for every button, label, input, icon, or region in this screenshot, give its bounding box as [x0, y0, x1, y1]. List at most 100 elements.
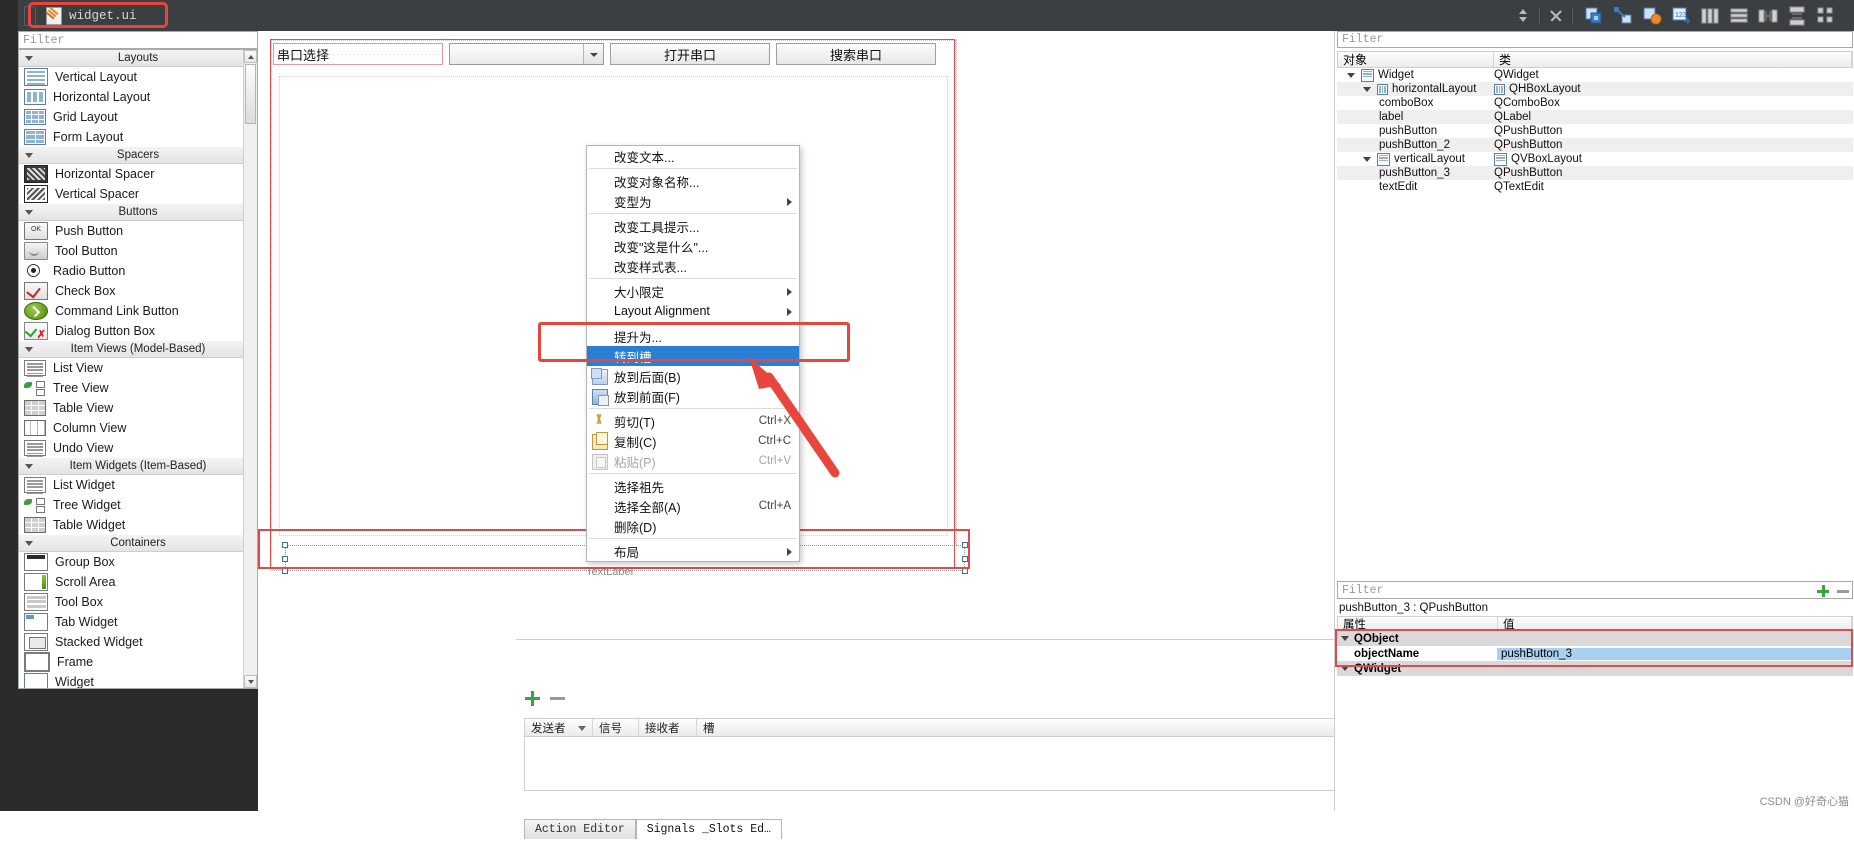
widget-box-item[interactable]: Column View — [19, 418, 257, 438]
scrollbar-thumb[interactable] — [245, 64, 256, 124]
form-combobox[interactable] — [449, 43, 604, 65]
widget-box-item[interactable]: List View — [19, 358, 257, 378]
edit-widgets-icon[interactable] — [1584, 6, 1604, 26]
context-menu-item[interactable]: 大小限定 — [587, 281, 799, 301]
close-icon[interactable] — [1547, 7, 1565, 25]
widget-box-item[interactable]: Scroll Area — [19, 572, 257, 592]
context-menu-item[interactable]: 转到槽... — [587, 346, 799, 366]
widget-box-item[interactable]: Tool Button — [19, 241, 257, 261]
form-label-serial[interactable]: 串口选择 — [273, 43, 443, 65]
twisty-expanded-icon[interactable] — [1341, 666, 1349, 671]
scroll-up-arrow-icon[interactable] — [244, 50, 257, 63]
object-inspector-row[interactable]: Widget QWidget — [1337, 68, 1853, 82]
widget-box-group-header[interactable]: Buttons — [19, 204, 257, 221]
context-menu-item[interactable]: 选择全部(A) Ctrl+A — [587, 496, 799, 516]
widget-box-item[interactable]: Table View — [19, 398, 257, 418]
twisty-expanded-icon[interactable] — [1341, 636, 1349, 641]
widget-box-item[interactable]: Command Link Button — [19, 301, 257, 321]
tab-signals-slots-editor[interactable]: Signals _Slots Ed… — [635, 819, 782, 839]
widget-box-item[interactable]: Dialog Button Box — [19, 321, 257, 341]
widget-box-item[interactable]: Frame — [19, 652, 257, 672]
combobox-chevron-down-icon[interactable] — [583, 44, 603, 64]
widget-box-item[interactable]: Widget — [19, 672, 257, 688]
object-inspector-row[interactable]: verticalLayout QVBoxLayout — [1337, 152, 1853, 166]
object-inspector-row[interactable]: pushButton_3 QPushButton — [1337, 166, 1853, 180]
widget-box-item[interactable]: Table Widget — [19, 515, 257, 535]
object-inspector-tree[interactable]: Widget QWidget horizontalLayout QHBoxLayout… — [1337, 68, 1853, 193]
form-button-open-serial[interactable]: 打开串口 — [610, 43, 770, 65]
remove-property-icon[interactable] — [1836, 584, 1850, 598]
handle-l[interactable] — [282, 556, 288, 562]
column-signal[interactable]: 信号 — [593, 719, 639, 736]
tab-action-editor[interactable]: Action Editor — [524, 819, 636, 839]
widget-box-item[interactable]: Tree View — [19, 378, 257, 398]
object-inspector-row[interactable]: pushButton_2 QPushButton — [1337, 138, 1853, 152]
spin-updown-icon[interactable] — [1514, 6, 1532, 26]
property-editor-table[interactable]: QObject objectName pushButton_3 QWidget — [1337, 631, 1853, 701]
context-menu-item[interactable]: 变型为 — [587, 191, 799, 211]
scroll-down-arrow-icon[interactable] — [244, 675, 257, 688]
property-group-header[interactable]: QObject — [1337, 631, 1853, 646]
open-file-tab[interactable]: widget.ui — [46, 6, 137, 25]
column-sender[interactable]: 发送者 — [525, 719, 593, 736]
widget-box-item[interactable]: Undo View — [19, 438, 257, 458]
widget-box-item[interactable]: Vertical Spacer — [19, 184, 257, 204]
handle-tr[interactable] — [962, 542, 968, 548]
widget-box-item[interactable]: Stacked Widget — [19, 632, 257, 652]
add-connection-icon[interactable] — [524, 690, 541, 707]
layout-horizontally-icon[interactable] — [1700, 6, 1720, 26]
widget-box-group-header[interactable]: Containers — [19, 535, 257, 552]
edit-signals-slots-icon[interactable] — [1613, 6, 1633, 26]
widget-box-item[interactable]: OK Push Button — [19, 221, 257, 241]
context-menu-item[interactable]: 选择祖先 — [587, 476, 799, 496]
widget-box-filter[interactable]: Filter — [18, 31, 258, 49]
context-menu-item[interactable]: 剪切(T) Ctrl+X — [587, 411, 799, 431]
toolbar-drag-handle[interactable] — [24, 5, 36, 26]
context-menu-item[interactable]: 改变"这是什么"... — [587, 236, 799, 256]
context-menu-item[interactable]: 改变样式表... — [587, 256, 799, 276]
form-button-search-serial[interactable]: 搜索串口 — [776, 43, 936, 65]
add-property-icon[interactable] — [1816, 584, 1830, 598]
handle-bl[interactable] — [282, 568, 288, 574]
widget-box-item[interactable]: Form Layout — [19, 127, 257, 147]
handle-r[interactable] — [962, 556, 968, 562]
widget-box-scrollbar[interactable] — [243, 50, 257, 688]
property-value-cell[interactable]: pushButton_3 — [1497, 647, 1853, 660]
layout-vertically-icon[interactable] — [1729, 6, 1749, 26]
object-inspector-row[interactable]: label QLabel — [1337, 110, 1853, 124]
widget-box-item[interactable]: Tool Box — [19, 592, 257, 612]
context-menu-item[interactable]: 粘贴(P) Ctrl+V — [587, 451, 799, 471]
break-layout-icon[interactable] — [1816, 6, 1836, 26]
value-column-header[interactable]: 值 — [1498, 617, 1852, 631]
context-menu-item[interactable]: 放到后面(B) — [587, 366, 799, 386]
widget-box-item[interactable]: Check Box — [19, 281, 257, 301]
widget-box-item[interactable]: Grid Layout — [19, 107, 257, 127]
property-column-header[interactable]: 属性 — [1338, 617, 1498, 631]
layout-splitter-vertical-icon[interactable] — [1787, 6, 1807, 26]
context-menu-item[interactable]: 改变工具提示... — [587, 216, 799, 236]
widget-box-group-header[interactable]: Spacers — [19, 147, 257, 164]
object-inspector-filter[interactable]: Filter — [1337, 31, 1853, 48]
context-menu-item[interactable]: 复制(C) Ctrl+C — [587, 431, 799, 451]
property-row[interactable]: objectName pushButton_3 — [1337, 646, 1853, 661]
widget-box-group-header[interactable]: Layouts — [19, 50, 257, 67]
context-menu-item[interactable]: 删除(D) — [587, 516, 799, 536]
handle-br[interactable] — [962, 568, 968, 574]
twisty-expanded-icon[interactable] — [1347, 72, 1355, 78]
context-menu-item[interactable]: 布局 — [587, 541, 799, 561]
widget-box-list[interactable]: Layouts Vertical Layout Horizontal Layout G… — [18, 49, 258, 689]
widget-box-item[interactable]: Tree Widget — [19, 495, 257, 515]
object-inspector-row[interactable]: horizontalLayout QHBoxLayout — [1337, 82, 1853, 96]
widget-box-item[interactable]: Tab Widget — [19, 612, 257, 632]
context-menu-item[interactable]: 放到前面(F) — [587, 386, 799, 406]
widget-box-item[interactable]: Radio Button — [19, 261, 257, 281]
widget-box-item[interactable]: Horizontal Spacer — [19, 164, 257, 184]
object-column-header[interactable]: 对象 — [1338, 52, 1494, 67]
remove-connection-icon[interactable] — [549, 690, 566, 707]
handle-tl[interactable] — [282, 542, 288, 548]
object-inspector-row[interactable]: comboBox QComboBox — [1337, 96, 1853, 110]
layout-splitter-horizontal-icon[interactable] — [1758, 6, 1778, 26]
edit-tab-order-icon[interactable]: 123 — [1671, 6, 1691, 26]
context-menu-item[interactable]: 改变对象名称... — [587, 171, 799, 191]
property-editor-filter[interactable]: Filter — [1337, 581, 1853, 599]
